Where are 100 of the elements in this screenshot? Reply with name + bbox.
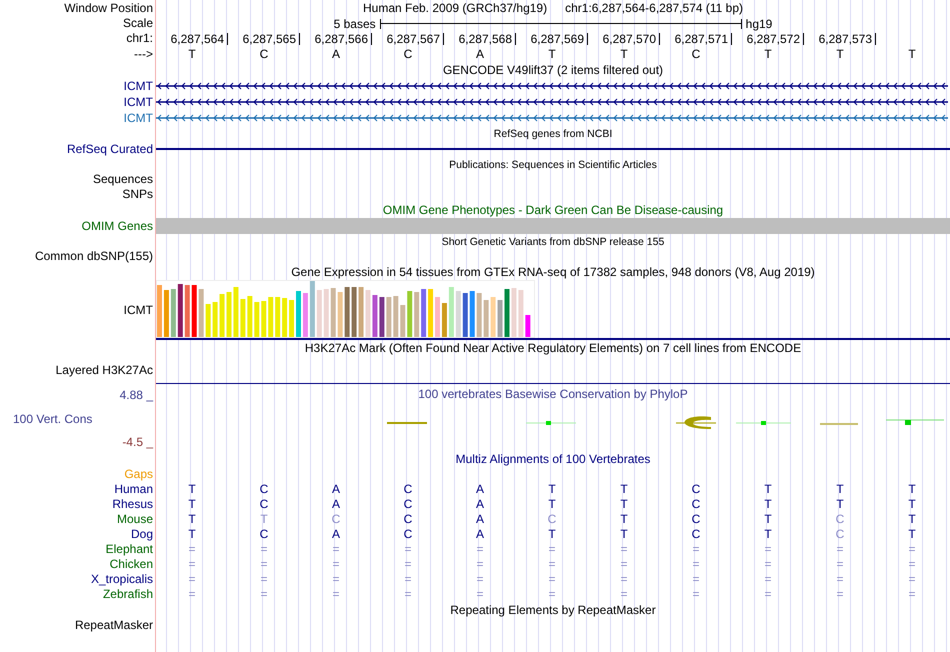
species-label: Elephant [106, 542, 153, 557]
aligned-base: C [258, 482, 270, 497]
aligned-base: C [402, 497, 414, 512]
aligned-base: T [907, 497, 917, 512]
track-title: GENCODE V49lift37 (2 items filtered out) [442, 63, 664, 77]
aligned-base: = [835, 542, 844, 557]
aligned-base: T [907, 512, 917, 527]
track-label: 100 Vert. Cons [12, 412, 94, 426]
aligned-base: A [474, 482, 485, 497]
aligned-base: T [187, 497, 197, 512]
track-title: H3K27Ac Mark (Often Found Near Active Regulatory Elements) on 7 cell lines from ENCODE [304, 341, 802, 355]
base-letter: T [763, 47, 773, 61]
aligned-base: = [547, 587, 556, 602]
base-letter: T [835, 47, 845, 61]
base-letter: C [258, 47, 270, 61]
track-label: Common dbSNP(155) [34, 250, 153, 263]
track-title: 100 vertebrates Basewise Conservation by PhyloP [418, 387, 688, 401]
aligned-base: = [691, 572, 700, 587]
track-label: RepeatMasker [74, 619, 153, 632]
aligned-base: T [187, 527, 197, 542]
position-tick: 6,287,568 [444, 32, 516, 44]
aligned-base: = [475, 542, 484, 557]
track-label: Gaps [124, 468, 153, 481]
base-letter: T [187, 47, 197, 61]
aligned-base: T [619, 527, 629, 542]
aligned-base: = [691, 557, 700, 572]
position-tick: 6,287,570 [588, 32, 660, 44]
aligned-base: T [907, 482, 917, 497]
track-label: ICMT [124, 304, 153, 316]
aligned-base: = [835, 572, 844, 587]
track-title: Repeating Elements by RepeatMasker [450, 603, 656, 617]
aligned-base: = [187, 557, 196, 572]
aligned-base: T [187, 482, 197, 497]
track-label: ICMT [124, 96, 153, 108]
aligned-base: = [907, 542, 916, 557]
position-tick: 6,287,566 [300, 32, 372, 44]
aligned-base: T [763, 497, 773, 512]
row-label: chr1: [126, 32, 153, 45]
aligned-base: = [331, 572, 340, 587]
aligned-base: C [546, 512, 558, 527]
aligned-base: T [547, 482, 557, 497]
aligned-base: C [402, 482, 414, 497]
scale-text: 5 bases [334, 16, 376, 30]
aligned-base: A [474, 527, 485, 542]
track-title: RefSeq genes from NCBI [494, 128, 612, 140]
base-letter: T [907, 47, 917, 61]
aligned-base: = [403, 587, 412, 602]
aligned-base: = [907, 587, 916, 602]
track-label: ICMT [124, 112, 153, 124]
track-title: Short Genetic Variants from dbSNP release 155 [442, 236, 664, 248]
aligned-base: T [187, 512, 197, 527]
aligned-base: C [258, 527, 270, 542]
base-letter: T [619, 47, 629, 61]
aligned-base: = [187, 542, 196, 557]
aligned-base: A [330, 482, 341, 497]
position-tick: 6,287,572 [732, 32, 804, 44]
aligned-base: T [547, 527, 557, 542]
aligned-base: = [691, 587, 700, 602]
species-label: Zebrafish [102, 587, 153, 602]
aligned-base: C [402, 512, 414, 527]
aligned-base: = [403, 572, 412, 587]
aligned-base: T [763, 527, 773, 542]
track-label: RefSeq Curated [66, 142, 153, 156]
aligned-base: = [475, 587, 484, 602]
position-tick: 6,287,567 [372, 32, 444, 44]
aligned-base: = [835, 557, 844, 572]
strand-label: ---> [134, 48, 153, 60]
track-title: Publications: Sequences in Scientific Articles [449, 158, 657, 170]
aligned-base: = [403, 557, 412, 572]
aligned-base: = [619, 542, 628, 557]
track-label: Sequences [92, 173, 153, 186]
aligned-base: = [691, 542, 700, 557]
aligned-base: = [907, 557, 916, 572]
aligned-base: C [330, 512, 342, 527]
aligned-base: = [475, 557, 484, 572]
aligned-base: = [331, 587, 340, 602]
aligned-base: = [763, 557, 772, 572]
base-letter: A [330, 47, 341, 61]
aligned-base: C [258, 497, 270, 512]
aligned-base: = [187, 587, 196, 602]
aligned-base: = [763, 572, 772, 587]
aligned-base: = [187, 572, 196, 587]
assembly-title: Human Feb. 2009 (GRCh37/hg19) [362, 1, 548, 15]
aligned-base: T [763, 512, 773, 527]
aligned-base: = [763, 587, 772, 602]
aligned-base: = [259, 542, 268, 557]
aligned-base: T [259, 512, 269, 527]
track-label: Layered H3K27Ac [56, 364, 153, 376]
assembly-name: hg19 [746, 16, 772, 30]
aligned-base: = [835, 587, 844, 602]
position-tick: 6,287,569 [516, 32, 588, 44]
position-tick: 6,287,564 [156, 32, 228, 44]
aligned-base: = [331, 557, 340, 572]
row-label: Scale [122, 17, 153, 30]
aligned-base: T [763, 482, 773, 497]
base-letter: C [690, 47, 702, 61]
aligned-base: = [619, 557, 628, 572]
aligned-base: = [763, 542, 772, 557]
axis-min-label: -4.5 _ [121, 435, 153, 449]
aligned-base: A [474, 512, 485, 527]
